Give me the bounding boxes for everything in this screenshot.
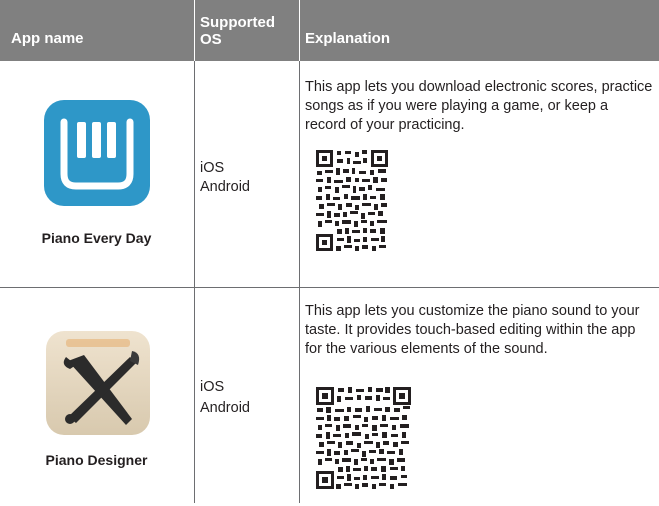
row-divider [0,287,659,288]
header-divider [194,0,195,61]
piano-designer-tools-icon [46,331,150,435]
os-android: Android [200,400,250,416]
header-divider [299,0,300,61]
column-divider [299,61,300,503]
header-app-name: App name [11,30,84,47]
qr-code-icon[interactable] [315,386,412,490]
explanation-text: This app lets you customize the piano so… [305,303,640,357]
qr-code-icon[interactable] [315,149,389,252]
explanation-text: This app lets you download electronic sc… [305,79,653,133]
header-explanation: Explanation [305,30,391,47]
app-name-label: Piano Every Day [41,230,152,246]
os-ios: iOS [200,379,225,395]
column-divider [194,61,195,503]
header-supported-os: Supported OS [200,14,275,48]
app-name-label: Piano Designer [45,452,148,468]
os-android: Android [200,179,250,195]
table-header: App name Supported OS Explanation [0,0,659,61]
piano-keys-icon [44,100,150,206]
os-ios: iOS [200,160,225,176]
